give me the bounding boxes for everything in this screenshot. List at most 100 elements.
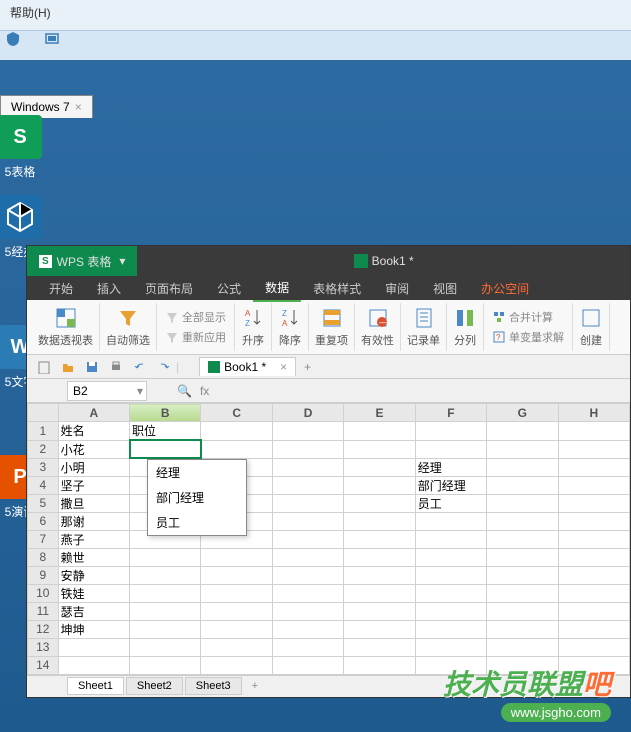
dropdown-option[interactable]: 员工 <box>148 510 246 535</box>
tab-tablestyle[interactable]: 表格样式 <box>301 276 373 301</box>
shield-icon[interactable] <box>5 31 35 61</box>
row-header[interactable]: 8 <box>28 548 59 566</box>
sheet-tab[interactable]: Sheet1 <box>67 677 124 695</box>
row-header[interactable]: 11 <box>28 602 59 620</box>
row-header[interactable]: 1 <box>28 422 59 441</box>
select-all-corner[interactable] <box>28 404 59 422</box>
col-header-f[interactable]: F <box>415 404 486 422</box>
wps-window: S WPS 表格 ▾ Book1 * 开始 插入 页面布局 公式 数据 表格样式… <box>26 245 631 698</box>
cell[interactable]: 经理 <box>415 458 486 476</box>
row-header[interactable]: 9 <box>28 566 59 584</box>
cell[interactable]: 燕子 <box>58 530 129 548</box>
col-header-g[interactable]: G <box>487 404 558 422</box>
tab-office[interactable]: 办公空间 <box>469 276 541 301</box>
close-icon[interactable]: × <box>75 100 82 114</box>
row-header[interactable]: 12 <box>28 620 59 638</box>
cell[interactable]: 员工 <box>415 494 486 512</box>
dropdown-option[interactable]: 部门经理 <box>148 485 246 510</box>
title-bar: S WPS 表格 ▾ Book1 * <box>27 246 630 276</box>
cell[interactable]: 安静 <box>58 566 129 584</box>
cell[interactable]: 小花 <box>58 440 129 458</box>
tab-data[interactable]: 数据 <box>253 275 301 302</box>
showall-button[interactable]: 全部显示 <box>161 307 230 327</box>
cell[interactable]: 赖世 <box>58 548 129 566</box>
close-icon[interactable]: × <box>280 360 287 374</box>
row-header[interactable]: 10 <box>28 584 59 602</box>
watermark: 技术员联盟吧 www.jsgho.com <box>443 663 611 722</box>
add-sheet-button[interactable]: + <box>252 680 258 692</box>
new-icon[interactable] <box>34 357 54 377</box>
row-header[interactable]: 2 <box>28 440 59 458</box>
sheet-tab[interactable]: Sheet3 <box>185 677 242 695</box>
tab-review[interactable]: 审阅 <box>373 276 421 301</box>
ribbon-tabs: 开始 插入 页面布局 公式 数据 表格样式 审阅 视图 办公空间 <box>27 276 630 300</box>
sheet-tab[interactable]: Sheet2 <box>126 677 183 695</box>
save-icon[interactable] <box>82 357 102 377</box>
col-header-d[interactable]: D <box>272 404 343 422</box>
cell-reference[interactable]: B2 <box>67 381 147 401</box>
reapply-button[interactable]: 重新应用 <box>161 327 230 347</box>
row-header[interactable]: 7 <box>28 530 59 548</box>
cell[interactable]: 坤坤 <box>58 620 129 638</box>
tab-view[interactable]: 视图 <box>421 276 469 301</box>
row-header[interactable]: 6 <box>28 512 59 530</box>
create-button[interactable]: 创建 <box>573 303 610 351</box>
col-header-c[interactable]: C <box>201 404 272 422</box>
form-button[interactable]: 记录单 <box>401 303 447 351</box>
fx-button[interactable]: fx <box>200 384 209 398</box>
help-menu[interactable]: 帮助(H) <box>0 0 631 30</box>
validation-dropdown: 经理 部门经理 员工 <box>147 459 247 536</box>
cell[interactable]: 小明 <box>58 458 129 476</box>
tab-home[interactable]: 开始 <box>37 276 85 301</box>
cell[interactable]: 坚子 <box>58 476 129 494</box>
col-header-e[interactable]: E <box>344 404 415 422</box>
dropdown-arrow-icon[interactable]: ▼ <box>200 441 201 458</box>
cell[interactable]: 部门经理 <box>415 476 486 494</box>
solver-button[interactable]: ?单变量求解 <box>488 327 568 347</box>
tab-insert[interactable]: 插入 <box>85 276 133 301</box>
cell[interactable]: 职位 <box>130 422 201 441</box>
autofilter-button[interactable]: 自动筛选 <box>100 303 157 351</box>
cell[interactable]: 撒旦 <box>58 494 129 512</box>
textcol-button[interactable]: 分列 <box>447 303 484 351</box>
fx-search-icon[interactable]: 🔍 <box>177 384 192 398</box>
validity-button[interactable]: —有效性 <box>355 303 401 351</box>
cell[interactable]: 铁娃 <box>58 584 129 602</box>
row-header[interactable]: 3 <box>28 458 59 476</box>
sheet-icon <box>354 254 368 268</box>
quick-access-toolbar: | Book1 * × + <box>27 355 630 379</box>
desktop-icon-sheets[interactable]: S5表格 <box>0 115 50 180</box>
pivot-button[interactable]: 数据透视表 <box>32 303 100 351</box>
doc-tab[interactable]: Book1 * × <box>199 357 296 376</box>
tab-pagelayout[interactable]: 页面布局 <box>133 276 205 301</box>
cell[interactable]: 瑟吉 <box>58 602 129 620</box>
consolidate-button[interactable]: 合并计算 <box>488 307 568 327</box>
row-header[interactable]: 5 <box>28 494 59 512</box>
redo-icon[interactable] <box>154 357 174 377</box>
monitor-icon[interactable] <box>44 31 74 61</box>
row-header[interactable]: 14 <box>28 656 59 674</box>
svg-text:—: — <box>379 318 387 327</box>
sheet-area: A B C D E F G H 1姓名职位 2小花▼ 3小明经理 4坚子部门经理… <box>27 403 630 675</box>
sort-asc-button[interactable]: AZ升序 <box>235 303 272 351</box>
undo-icon[interactable] <box>130 357 150 377</box>
active-cell[interactable]: ▼ <box>130 440 201 458</box>
cell[interactable]: 姓名 <box>58 422 129 441</box>
spreadsheet-grid[interactable]: A B C D E F G H 1姓名职位 2小花▼ 3小明经理 4坚子部门经理… <box>27 403 630 675</box>
sheet-icon <box>208 361 220 373</box>
print-icon[interactable] <box>106 357 126 377</box>
row-header[interactable]: 4 <box>28 476 59 494</box>
open-icon[interactable] <box>58 357 78 377</box>
col-header-a[interactable]: A <box>58 404 129 422</box>
col-header-h[interactable]: H <box>558 404 629 422</box>
duplicates-button[interactable]: 重复项 <box>309 303 355 351</box>
row-header[interactable]: 13 <box>28 638 59 656</box>
dropdown-option[interactable]: 经理 <box>148 460 246 485</box>
col-header-b[interactable]: B <box>130 404 201 422</box>
cell[interactable]: 那谢 <box>58 512 129 530</box>
chevron-down-icon: ▾ <box>119 254 125 268</box>
tab-formula[interactable]: 公式 <box>205 276 253 301</box>
wps-logo-button[interactable]: S WPS 表格 ▾ <box>27 246 137 276</box>
add-tab-button[interactable]: + <box>304 360 311 374</box>
sort-desc-button[interactable]: ZA降序 <box>272 303 309 351</box>
